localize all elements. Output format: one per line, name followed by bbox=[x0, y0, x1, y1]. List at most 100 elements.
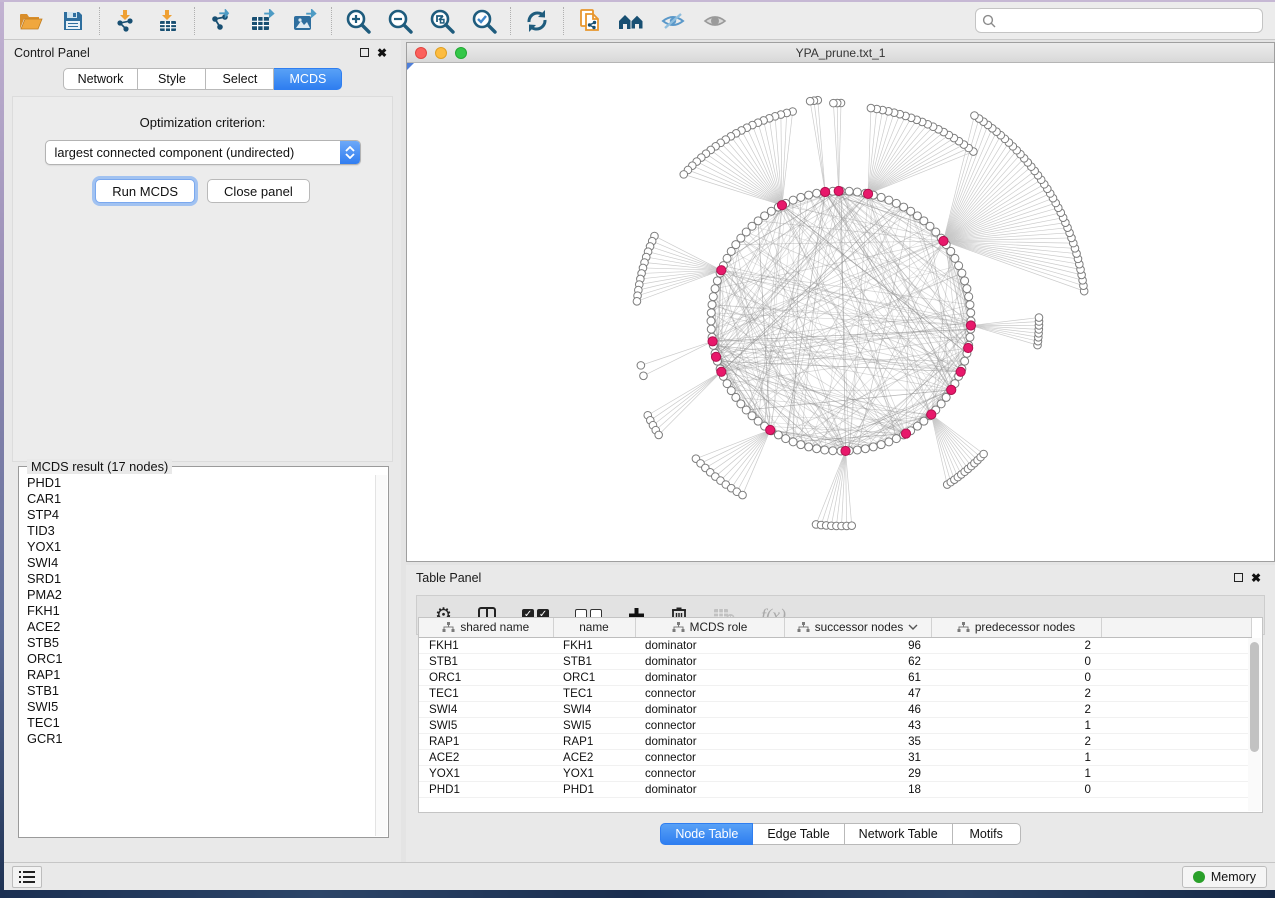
tab-edge-table[interactable]: Edge Table bbox=[753, 823, 844, 845]
ring-node[interactable] bbox=[877, 193, 885, 201]
cell-name[interactable]: SWI5 bbox=[553, 717, 635, 733]
leaf-node[interactable] bbox=[739, 491, 747, 499]
table-row[interactable]: FKH1FKH1dominator962 bbox=[419, 637, 1251, 653]
ring-node[interactable] bbox=[707, 309, 715, 317]
mcds-result-item[interactable]: TID3 bbox=[27, 523, 375, 539]
cell-predecessor-nodes[interactable]: 0 bbox=[931, 653, 1101, 669]
zoom-selected-button[interactable] bbox=[463, 5, 505, 37]
mcds-result-item[interactable]: STB5 bbox=[27, 635, 375, 651]
save-session-button[interactable] bbox=[52, 5, 94, 37]
memory-button[interactable]: Memory bbox=[1182, 866, 1267, 888]
cell-predecessor-nodes[interactable]: 2 bbox=[931, 685, 1101, 701]
column-header-mcds-role[interactable]: MCDS role bbox=[635, 618, 784, 637]
mcds-node[interactable] bbox=[717, 367, 726, 376]
leaf-node[interactable] bbox=[655, 431, 663, 439]
ring-node[interactable] bbox=[789, 438, 797, 446]
cell-name[interactable]: YOX1 bbox=[553, 765, 635, 781]
mcds-node[interactable] bbox=[964, 343, 973, 352]
export-image-button[interactable] bbox=[284, 5, 326, 37]
mcds-node[interactable] bbox=[927, 410, 936, 419]
ring-node[interactable] bbox=[966, 301, 974, 309]
tab-node-table[interactable]: Node Table bbox=[660, 823, 753, 845]
cell-successor-nodes[interactable]: 31 bbox=[784, 749, 931, 765]
task-history-button[interactable] bbox=[12, 866, 42, 888]
cell-mcds-role[interactable]: dominator bbox=[635, 701, 784, 717]
cell-name[interactable]: STB1 bbox=[553, 653, 635, 669]
table-row[interactable]: YOX1YOX1connector291 bbox=[419, 765, 1251, 781]
cell-predecessor-nodes[interactable]: 2 bbox=[931, 733, 1101, 749]
ring-node[interactable] bbox=[707, 317, 715, 325]
ring-node[interactable] bbox=[707, 325, 715, 333]
close-panel-button[interactable]: ✖ bbox=[373, 46, 391, 60]
ring-node[interactable] bbox=[813, 189, 821, 197]
leaf-node[interactable] bbox=[980, 450, 988, 458]
mcds-node[interactable] bbox=[711, 352, 720, 361]
ring-node[interactable] bbox=[885, 196, 893, 204]
table-row[interactable]: TEC1TEC1connector472 bbox=[419, 685, 1251, 701]
cell-successor-nodes[interactable]: 35 bbox=[784, 733, 931, 749]
close-table-panel-button[interactable]: ✖ bbox=[1247, 571, 1265, 585]
search-input[interactable] bbox=[1000, 14, 1256, 28]
mcds-result-item[interactable]: GCR1 bbox=[27, 731, 375, 747]
table-row[interactable]: SWI4SWI4dominator462 bbox=[419, 701, 1251, 717]
mcds-result-item[interactable]: FKH1 bbox=[27, 603, 375, 619]
mcds-node[interactable] bbox=[947, 385, 956, 394]
table-row[interactable]: RAP1RAP1dominator352 bbox=[419, 733, 1251, 749]
ring-node[interactable] bbox=[967, 309, 975, 317]
column-header-name[interactable]: name bbox=[553, 618, 635, 637]
mcds-node[interactable] bbox=[766, 425, 775, 434]
mcds-result-item[interactable]: PMA2 bbox=[27, 587, 375, 603]
tab-mcds[interactable]: MCDS bbox=[274, 68, 342, 90]
tab-style[interactable]: Style bbox=[138, 68, 206, 90]
cell-name[interactable]: ORC1 bbox=[553, 669, 635, 685]
ring-node[interactable] bbox=[813, 445, 821, 453]
cell-shared-name[interactable]: TEC1 bbox=[419, 685, 553, 701]
mcds-result-item[interactable]: SWI5 bbox=[27, 699, 375, 715]
mcds-node[interactable] bbox=[863, 189, 872, 198]
cell-shared-name[interactable]: STB1 bbox=[419, 653, 553, 669]
leaf-node[interactable] bbox=[806, 97, 814, 105]
ring-node[interactable] bbox=[845, 187, 853, 195]
network-graph[interactable] bbox=[407, 63, 1274, 561]
cell-name[interactable]: TEC1 bbox=[553, 685, 635, 701]
leaf-node[interactable] bbox=[830, 99, 838, 107]
cell-successor-nodes[interactable]: 46 bbox=[784, 701, 931, 717]
leaf-node[interactable] bbox=[867, 104, 875, 112]
table-scrollbar[interactable] bbox=[1248, 638, 1261, 811]
leaf-node[interactable] bbox=[633, 298, 641, 306]
ring-node[interactable] bbox=[877, 441, 885, 449]
table-row[interactable]: ORC1ORC1dominator610 bbox=[419, 669, 1251, 685]
cell-shared-name[interactable]: YOX1 bbox=[419, 765, 553, 781]
tab-network-table[interactable]: Network Table bbox=[845, 823, 953, 845]
new-network-from-selection-button[interactable] bbox=[569, 5, 611, 37]
ring-node[interactable] bbox=[713, 277, 721, 285]
ring-node[interactable] bbox=[892, 199, 900, 207]
ring-node[interactable] bbox=[797, 193, 805, 201]
mcds-result-item[interactable]: STP4 bbox=[27, 507, 375, 523]
run-mcds-button[interactable]: Run MCDS bbox=[95, 179, 195, 203]
cell-predecessor-nodes[interactable]: 0 bbox=[931, 781, 1101, 797]
zoom-in-button[interactable] bbox=[337, 5, 379, 37]
tab-motifs[interactable]: Motifs bbox=[953, 823, 1021, 845]
mcds-result-scrollbar[interactable] bbox=[375, 475, 387, 836]
export-network-button[interactable] bbox=[200, 5, 242, 37]
mcds-node[interactable] bbox=[901, 429, 910, 438]
mcds-result-item[interactable]: STB1 bbox=[27, 683, 375, 699]
ring-node[interactable] bbox=[966, 333, 974, 341]
mcds-result-item[interactable]: SWI4 bbox=[27, 555, 375, 571]
table-row[interactable]: SWI5SWI5connector431 bbox=[419, 717, 1251, 733]
mcds-node[interactable] bbox=[777, 201, 786, 210]
ring-node[interactable] bbox=[892, 435, 900, 443]
cell-mcds-role[interactable]: dominator bbox=[635, 653, 784, 669]
table-scrollbar-thumb[interactable] bbox=[1250, 642, 1259, 752]
cell-mcds-role[interactable]: dominator bbox=[635, 637, 784, 653]
first-neighbors-button[interactable] bbox=[611, 5, 653, 37]
cell-mcds-role[interactable]: dominator bbox=[635, 669, 784, 685]
ring-node[interactable] bbox=[723, 254, 731, 262]
cell-name[interactable]: FKH1 bbox=[553, 637, 635, 653]
ring-node[interactable] bbox=[869, 443, 877, 451]
ring-node[interactable] bbox=[782, 435, 790, 443]
column-header-predecessor-nodes[interactable]: predecessor nodes bbox=[931, 618, 1101, 637]
import-table-button[interactable] bbox=[147, 5, 189, 37]
tab-select[interactable]: Select bbox=[206, 68, 274, 90]
